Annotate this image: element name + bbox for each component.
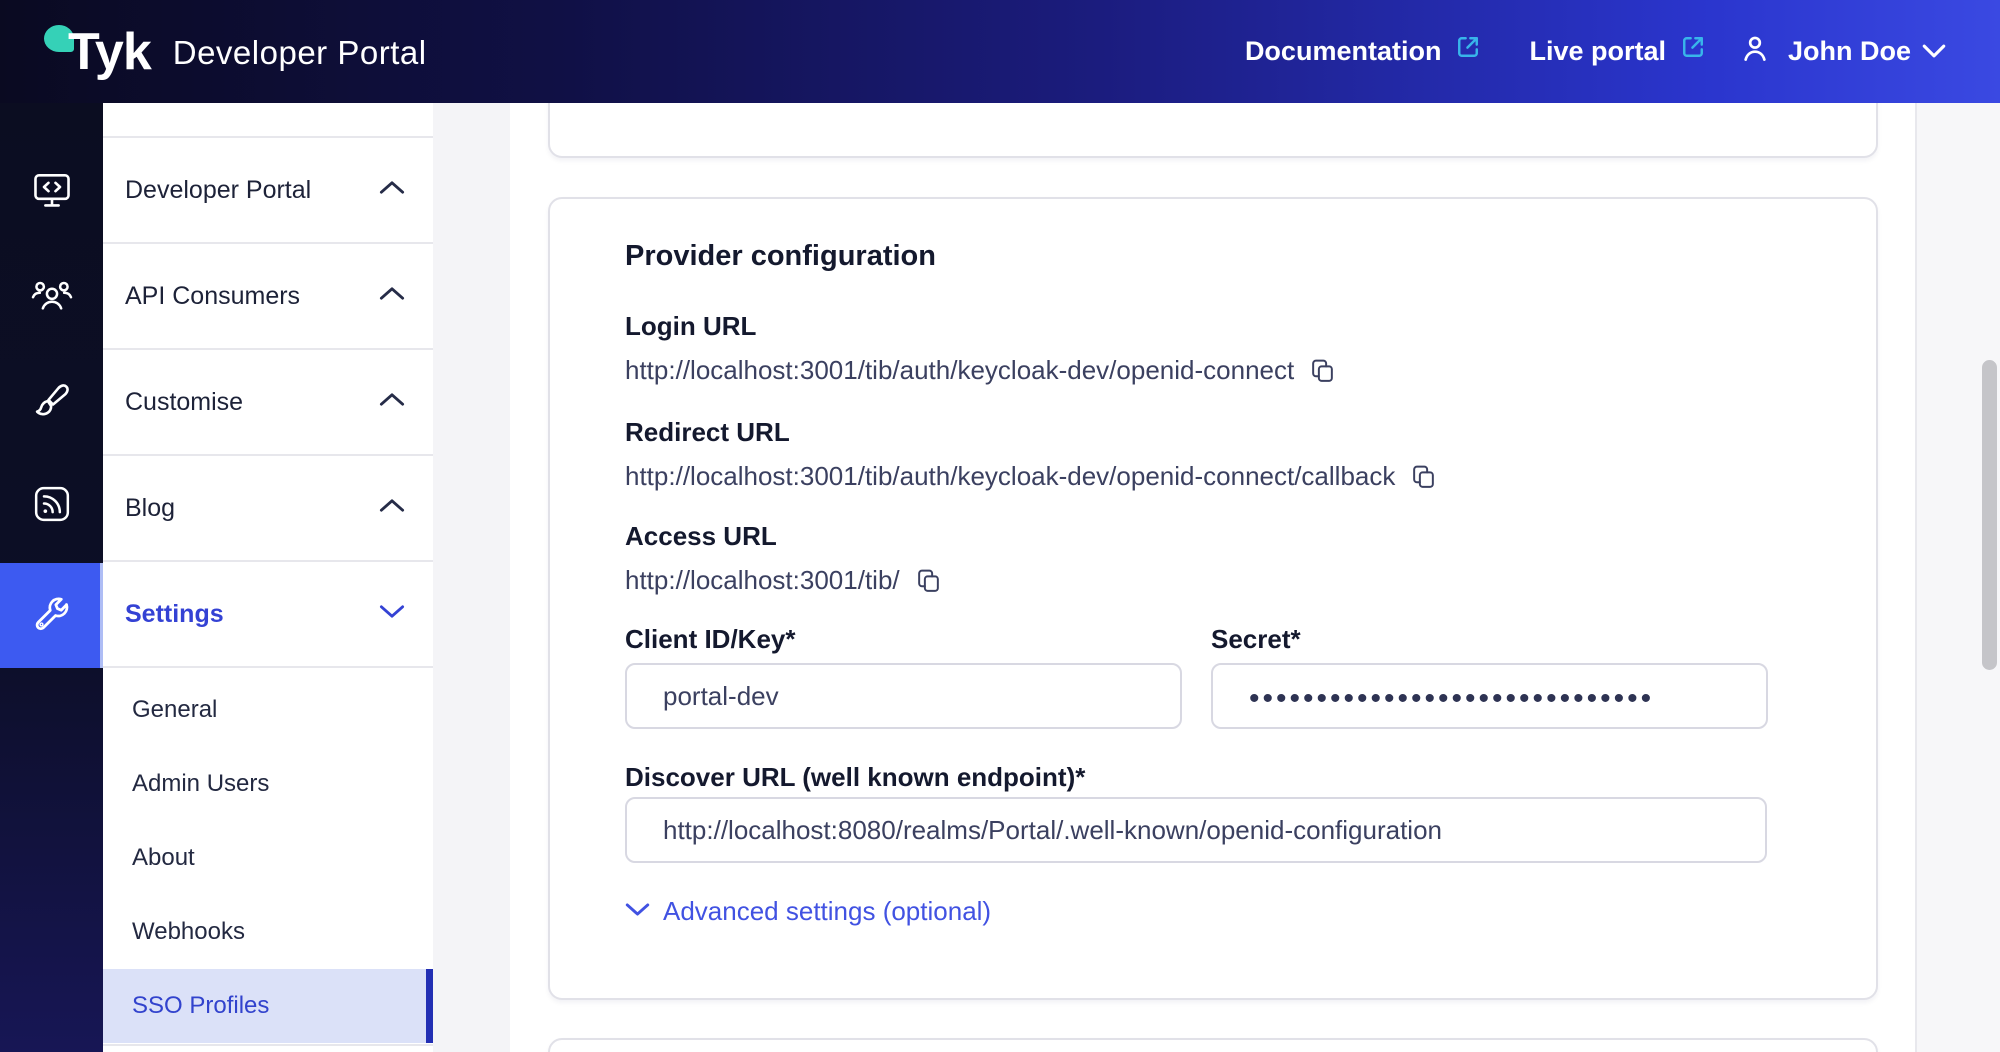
chevron-down-icon <box>1921 43 1947 64</box>
access-url-label: Access URL <box>625 520 1801 552</box>
logo-text: Tyk <box>68 26 151 78</box>
chevron-down-icon <box>379 604 405 624</box>
access-url-row: http://localhost:3001/tib/ <box>625 564 1801 596</box>
access-url-value: http://localhost:3001/tib/ <box>625 564 900 596</box>
settings-submenu: General Admin Users About Webhooks SSO P… <box>103 668 433 1046</box>
chevron-up-icon <box>379 180 405 200</box>
provider-configuration-card: Provider configuration Login URL http://… <box>548 197 1878 1000</box>
redirect-url-row: http://localhost:3001/tib/auth/keycloak-… <box>625 460 1801 492</box>
rail-item-customise[interactable] <box>0 367 103 439</box>
monitor-code-icon <box>31 171 73 216</box>
advanced-settings-label: Advanced settings (optional) <box>663 896 991 927</box>
users-group-icon <box>30 277 74 320</box>
header-nav: Documentation Live portal <box>1245 0 1947 103</box>
icon-rail <box>0 103 103 1052</box>
top-header: Tyk Developer Portal Documentation Live … <box>0 0 2000 103</box>
chevron-up-icon <box>379 286 405 306</box>
redirect-url-label: Redirect URL <box>625 416 1801 448</box>
sidebar-item-developer-portal[interactable]: Developer Portal <box>103 138 433 244</box>
copy-icon[interactable] <box>1310 357 1335 384</box>
sidebar-item-general[interactable]: General <box>103 673 433 747</box>
login-url-row: http://localhost:3001/tib/auth/keycloak-… <box>625 354 1801 386</box>
sidebar-item-webhooks[interactable]: Webhooks <box>103 895 433 969</box>
sidebar-partial-row <box>103 103 433 138</box>
discover-url-input[interactable] <box>625 797 1767 863</box>
client-id-label: Client ID/Key* <box>625 623 1182 655</box>
sidebar: Developer Portal API Consumers Customise… <box>103 103 433 1052</box>
live-portal-label: Live portal <box>1529 36 1666 67</box>
next-card-partial <box>548 1038 1878 1052</box>
sidebar-divider <box>103 1044 433 1046</box>
sidebar-item-api-consumers[interactable]: API Consumers <box>103 244 433 350</box>
tyk-logo: Tyk Developer Portal <box>44 0 427 103</box>
rail-item-api-consumers[interactable] <box>0 262 103 334</box>
sidebar-item-settings[interactable]: Settings <box>103 562 433 668</box>
discover-url-label: Discover URL (well known endpoint)* <box>625 761 1801 793</box>
external-link-icon <box>1679 33 1707 68</box>
rail-item-settings[interactable] <box>0 580 103 652</box>
sidebar-item-blog[interactable]: Blog <box>103 456 433 562</box>
vertical-scrollbar-thumb[interactable] <box>1982 360 1997 670</box>
chevron-down-icon <box>625 902 650 922</box>
live-portal-link[interactable]: Live portal <box>1529 35 1707 68</box>
previous-card-partial <box>548 103 1878 158</box>
chevron-up-icon <box>379 498 405 518</box>
user-menu[interactable]: John Doe <box>1738 32 1947 71</box>
external-link-icon <box>1454 33 1482 68</box>
logo-subtitle: Developer Portal <box>173 34 427 72</box>
sidebar-item-sso-profiles[interactable]: SSO Profiles <box>103 969 433 1043</box>
sidebar-item-label: Developer Portal <box>125 176 311 205</box>
user-icon <box>1738 32 1772 71</box>
rail-item-blog[interactable] <box>0 470 103 542</box>
sidebar-item-label: Customise <box>125 388 243 417</box>
documentation-link[interactable]: Documentation <box>1245 35 1483 68</box>
redirect-url-value: http://localhost:3001/tib/auth/keycloak-… <box>625 460 1395 492</box>
sidebar-item-label: API Consumers <box>125 282 300 311</box>
sidebar-item-label: Blog <box>125 494 175 523</box>
advanced-settings-toggle[interactable]: Advanced settings (optional) <box>625 896 1801 927</box>
chevron-up-icon <box>379 392 405 412</box>
scroll-gutter <box>1915 103 2000 1052</box>
rss-icon <box>32 484 72 529</box>
rail-item-developer-portal[interactable] <box>0 157 103 229</box>
wrench-icon <box>31 593 73 640</box>
login-url-label: Login URL <box>625 310 1801 342</box>
sidebar-item-admin-users[interactable]: Admin Users <box>103 747 433 821</box>
user-name: John Doe <box>1788 36 1911 67</box>
sidebar-item-label: Settings <box>125 600 224 629</box>
client-secret-row: Client ID/Key* Secret* <box>625 623 1801 729</box>
card-title: Provider configuration <box>625 238 1801 274</box>
sidebar-item-customise[interactable]: Customise <box>103 350 433 456</box>
copy-icon[interactable] <box>916 567 941 594</box>
sidebar-item-about[interactable]: About <box>103 821 433 895</box>
paintbrush-icon <box>31 380 73 427</box>
client-id-input[interactable] <box>625 663 1182 729</box>
main-content: Provider configuration Login URL http://… <box>510 103 1915 1052</box>
login-url-value: http://localhost:3001/tib/auth/keycloak-… <box>625 354 1294 386</box>
copy-icon[interactable] <box>1411 463 1436 490</box>
secret-label: Secret* <box>1211 623 1768 655</box>
secret-input[interactable] <box>1211 663 1768 729</box>
documentation-label: Documentation <box>1245 36 1442 67</box>
